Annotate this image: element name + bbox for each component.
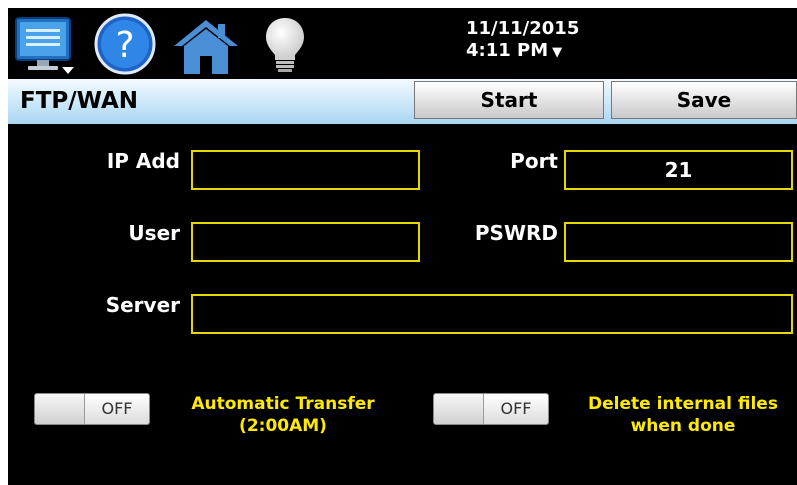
delete-files-state: OFF	[500, 399, 532, 418]
home-icon[interactable]	[172, 16, 240, 76]
user-field[interactable]	[191, 222, 420, 262]
monitor-menu-icon[interactable]	[14, 16, 78, 76]
auto-transfer-state: OFF	[101, 399, 133, 418]
auto-transfer-toggle[interactable]: OFF	[34, 393, 150, 425]
time-text: 4:11 PM	[466, 40, 549, 61]
password-field[interactable]	[564, 222, 793, 262]
auto-transfer-label-line-2: (2:00AM)	[239, 416, 327, 436]
password-label: PSWRD	[474, 221, 558, 245]
server-label: Server	[105, 293, 180, 317]
save-button[interactable]: Save	[611, 81, 797, 119]
date-text: 11/11/2015	[466, 18, 580, 39]
time-row: 4:11 PM ▼	[466, 40, 579, 64]
port-label: Port	[510, 149, 558, 173]
help-icon[interactable]: ?	[94, 13, 156, 75]
delete-files-label-line-2: when done	[630, 416, 736, 436]
page-title: FTP/WAN	[20, 88, 139, 114]
port-field[interactable]: 21	[564, 150, 793, 190]
chevron-down-icon[interactable]: ▼	[552, 45, 562, 60]
ip-address-label: IP Add	[106, 149, 180, 173]
delete-files-label: Delete internal files when done	[578, 393, 788, 437]
start-button[interactable]: Start	[414, 81, 604, 119]
toggle-knob	[35, 394, 85, 424]
toggle-knob	[434, 394, 484, 424]
server-field[interactable]	[191, 294, 793, 334]
screen: ? 11/11/2015 4:11 PM ▼ FTP/WAN Start Sav…	[8, 8, 797, 485]
delete-files-toggle[interactable]: OFF	[433, 393, 549, 425]
user-label: User	[128, 221, 180, 245]
delete-files-label-line-1: Delete internal files	[588, 394, 778, 414]
ip-address-field[interactable]	[191, 150, 420, 190]
svg-text:?: ?	[115, 25, 134, 66]
auto-transfer-label: Automatic Transfer (2:00AM)	[178, 393, 388, 437]
auto-transfer-label-line-1: Automatic Transfer	[191, 394, 375, 414]
lightbulb-icon[interactable]	[261, 14, 309, 76]
date-time-display[interactable]: 11/11/2015 4:11 PM ▼	[466, 18, 579, 64]
